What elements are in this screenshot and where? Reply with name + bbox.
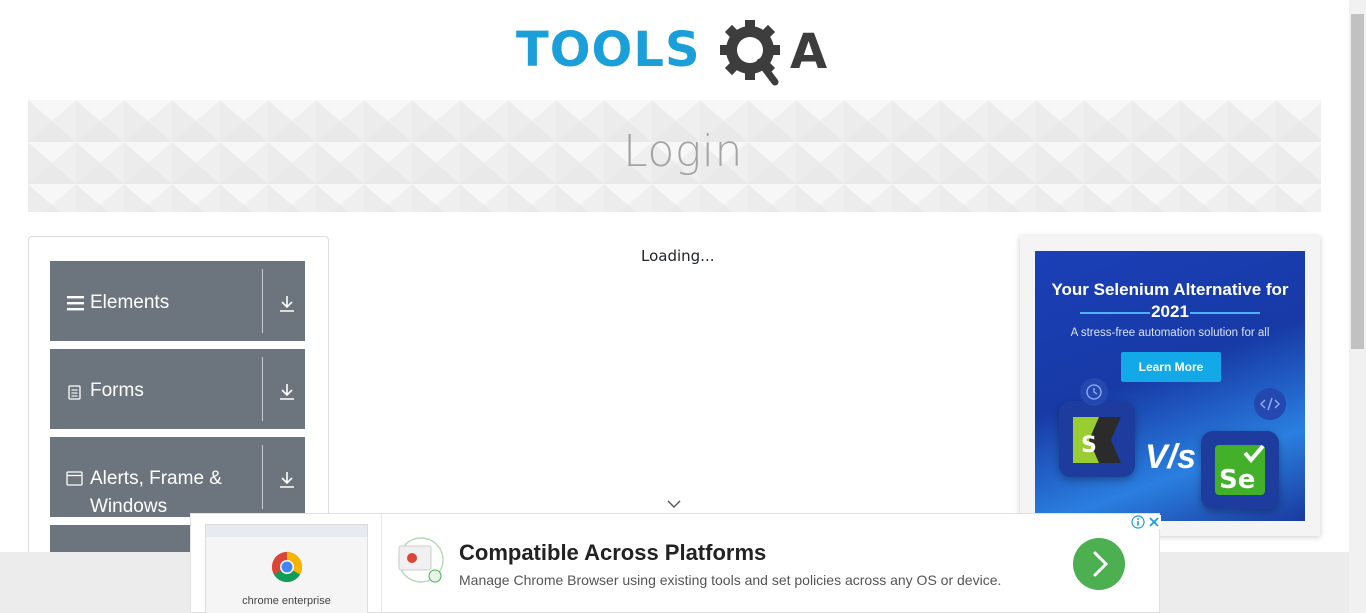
- ad-brand: chrome enterprise: [242, 595, 331, 607]
- ad-description: Manage Chrome Browser using existing too…: [459, 572, 1002, 588]
- svg-text:S: S: [1081, 433, 1097, 458]
- code-icon: [1254, 388, 1286, 420]
- ad-open-button[interactable]: [1073, 538, 1125, 590]
- sidebar-group-elements[interactable]: Elements: [50, 261, 305, 341]
- gear-magnifier-icon: A: [720, 20, 827, 86]
- info-icon[interactable]: [1131, 515, 1145, 529]
- learn-more-button[interactable]: Learn More: [1121, 352, 1221, 382]
- svg-text:Se: Se: [1219, 465, 1255, 495]
- ad-thumbnail: chrome enterprise: [205, 524, 368, 613]
- download-icon[interactable]: [278, 295, 296, 313]
- chevron-right-icon: [1093, 551, 1109, 577]
- divider: [381, 514, 382, 613]
- loading-text: Loading...: [641, 247, 715, 265]
- window-icon: [66, 471, 83, 486]
- document-icon: [68, 385, 81, 400]
- close-icon[interactable]: [1147, 515, 1161, 529]
- chrome-logo-icon: [271, 552, 303, 583]
- selenium-logo: Se: [1201, 431, 1279, 509]
- right-advertisement[interactable]: Your Selenium Alternative for 2021 A str…: [1020, 236, 1320, 536]
- chevron-down-icon[interactable]: [666, 499, 682, 509]
- download-icon[interactable]: [278, 383, 296, 401]
- ad-headline: Compatible Across Platforms: [459, 540, 767, 565]
- ad-subtitle: A stress-free automation solution for al…: [1070, 327, 1270, 339]
- sidebar-group-label: Forms: [90, 380, 144, 401]
- sidebar-group-forms[interactable]: Forms: [50, 349, 305, 429]
- divider: [262, 357, 263, 421]
- katalon-logo: S: [1059, 401, 1135, 477]
- vs-text: V/s: [1145, 438, 1197, 476]
- bottom-advertisement[interactable]: chrome enterprise Compatible Across Plat…: [190, 513, 1161, 613]
- download-icon[interactable]: [278, 471, 296, 489]
- toolsqa-logo[interactable]: TOOLS A: [516, 16, 838, 90]
- page: TOOLS A Login Elements Forms Alerts, Fra…: [0, 0, 1366, 613]
- scrollbar-thumb[interactable]: [1351, 14, 1364, 349]
- browser-cloud-icon: [398, 537, 444, 583]
- divider: [262, 445, 263, 509]
- ad-creative: Your Selenium Alternative for 2021 A str…: [1035, 251, 1305, 521]
- logo-suffix: A: [790, 24, 827, 80]
- logo-text: TOOLS: [516, 22, 701, 78]
- hamburger-icon: [67, 296, 84, 311]
- sidebar-group-label: Elements: [90, 292, 170, 313]
- vertical-scrollbar[interactable]: [1349, 0, 1366, 613]
- ad-underline: [1080, 312, 1260, 314]
- page-title: Login: [623, 126, 743, 177]
- browser-tabbar: [206, 525, 367, 537]
- clock-icon: [1080, 378, 1108, 406]
- divider: [262, 269, 263, 333]
